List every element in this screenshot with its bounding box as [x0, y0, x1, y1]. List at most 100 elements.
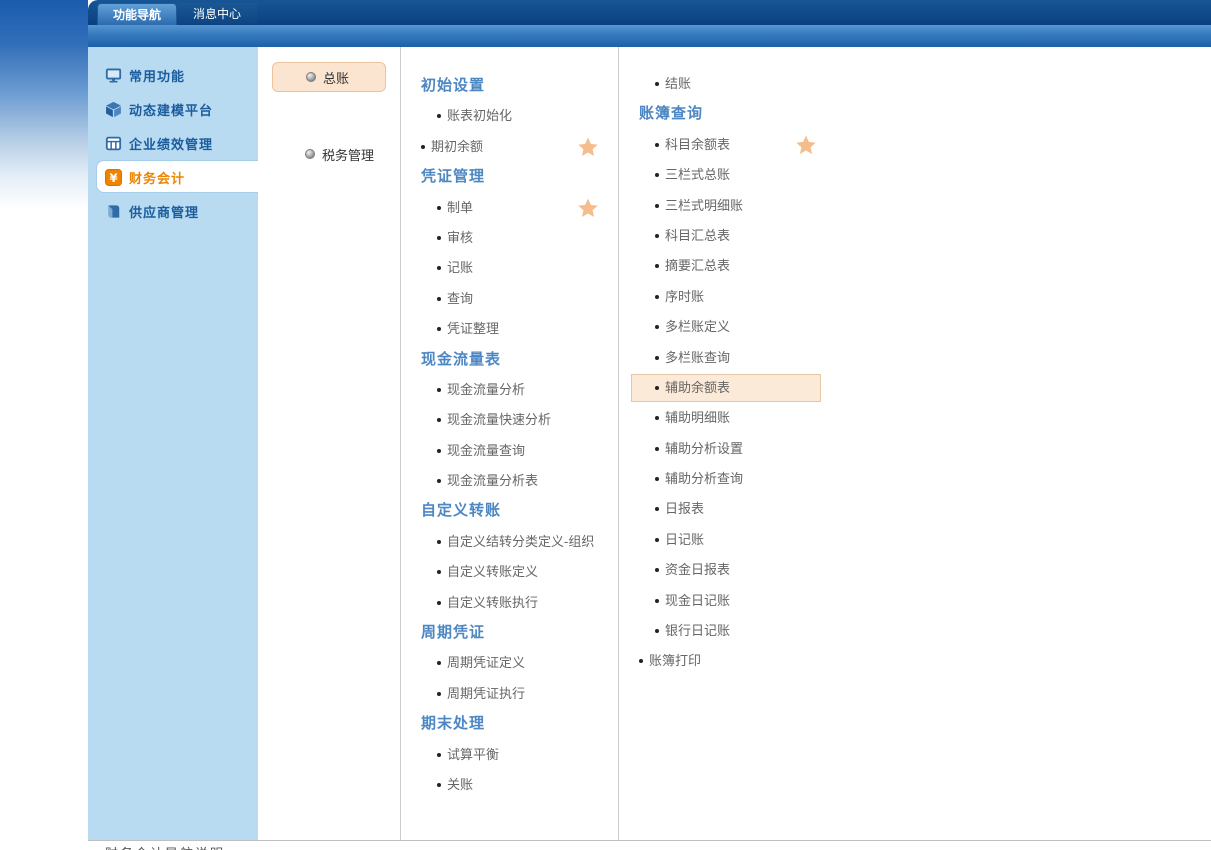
subheader-bar [88, 25, 1211, 47]
menu-item-label: 记账 [447, 260, 473, 275]
menu-section-header-label: 账簿查询 [639, 105, 703, 122]
sidebar-item[interactable]: 动态建模平台 [88, 92, 258, 126]
menu-item-label: 辅助分析查询 [665, 471, 743, 486]
menu-item[interactable]: 银行日记账 [639, 616, 839, 646]
menu-item-label: 科目汇总表 [665, 228, 730, 243]
menu-item[interactable]: 辅助分析设置 [639, 434, 839, 464]
menu-item[interactable]: 审核 [421, 223, 621, 253]
menu-item-label: 多栏账定义 [665, 319, 730, 334]
menu-item-label: 日记账 [665, 532, 704, 547]
tab-message-center[interactable]: 消息中心 [177, 3, 257, 25]
menu-item[interactable]: 查询 [421, 284, 621, 314]
menu-item[interactable]: 三栏式总账 [639, 160, 839, 190]
menu-item[interactable]: 自定义转账执行 [421, 588, 621, 618]
menu-item[interactable]: 序时账 [639, 282, 839, 312]
tab-label: 功能导航 [113, 8, 161, 22]
module-item-label: 税务管理 [322, 145, 374, 164]
menu-item-label: 结账 [665, 76, 691, 91]
menu-item[interactable]: 辅助余额表 [631, 374, 821, 402]
menu-item-label: 自定义转账执行 [447, 595, 538, 610]
menu-item[interactable]: 多栏账定义 [639, 312, 839, 342]
cube-icon [105, 101, 122, 118]
menu-section-header: 初始设置 [421, 71, 621, 101]
menu-item[interactable]: 周期凭证定义 [421, 648, 621, 678]
menu-item[interactable]: 科目汇总表 [639, 221, 839, 251]
menu-item[interactable]: 账表初始化 [421, 101, 621, 131]
menu-item[interactable]: 摘要汇总表 [639, 251, 839, 281]
vertical-separator [400, 47, 401, 840]
footer-partial-text: 财务会计导航说明 [105, 843, 225, 850]
sidebar-item-label: 常用功能 [129, 66, 185, 85]
menu-item[interactable]: 科目余额表 [639, 130, 839, 160]
module-item[interactable]: 税务管理 [272, 139, 386, 169]
menu-item-label: 序时账 [665, 289, 704, 304]
menu-item[interactable]: 凭证整理 [421, 314, 621, 344]
calculator-icon [105, 135, 122, 152]
menu-section-header: 周期凭证 [421, 618, 621, 648]
menu-item-label: 现金流量快速分析 [447, 412, 551, 427]
menu-item[interactable]: 辅助明细账 [639, 403, 839, 433]
menu-section-header: 期末处理 [421, 709, 621, 739]
menu-item-label: 期初余额 [431, 139, 483, 154]
menu-section-header: 凭证管理 [421, 162, 621, 192]
menu-section-header-label: 自定义转账 [421, 502, 501, 519]
favorite-star-icon[interactable] [577, 197, 599, 219]
menu-item[interactable]: 三栏式明细账 [639, 191, 839, 221]
menu-item[interactable]: 试算平衡 [421, 740, 621, 770]
menu-item[interactable]: 现金日记账 [639, 586, 839, 616]
menu-item[interactable]: 日记账 [639, 525, 839, 555]
menu-item-label: 辅助明细账 [665, 410, 730, 425]
menu-item[interactable]: 现金流量分析表 [421, 466, 621, 496]
menu-item-label: 资金日报表 [665, 562, 730, 577]
menu-item[interactable]: 记账 [421, 253, 621, 283]
menu-section-header-label: 初始设置 [421, 77, 485, 94]
menu-item[interactable]: 现金流量快速分析 [421, 405, 621, 435]
tab-function-navigation[interactable]: 功能导航 [97, 3, 177, 25]
menu-item-label: 试算平衡 [447, 747, 499, 762]
module-item[interactable]: 总账 [272, 62, 386, 92]
menu-section-header: 现金流量表 [421, 345, 621, 375]
menu-item[interactable]: 自定义结转分类定义-组织 [421, 527, 621, 557]
radio-dot-icon [306, 72, 316, 82]
menu-item[interactable]: 期初余额 [421, 132, 621, 162]
sidebar-item[interactable]: ¥财务会计 [88, 160, 258, 194]
menu-item-label: 自定义结转分类定义-组织 [447, 534, 594, 549]
menu-item-label: 周期凭证定义 [447, 655, 525, 670]
menu-item-label: 三栏式总账 [665, 167, 730, 182]
favorite-star-icon[interactable] [577, 136, 599, 158]
menu-item[interactable]: 辅助分析查询 [639, 464, 839, 494]
menu-column-left: 初始设置账表初始化期初余额凭证管理制单审核记账查询凭证整理现金流量表现金流量分析… [421, 71, 621, 800]
sidebar-item-label: 供应商管理 [129, 202, 199, 221]
menu-item-label: 凭证整理 [447, 321, 499, 336]
menu-item-label: 现金流量分析 [447, 382, 525, 397]
menu-item-label: 账簿打印 [649, 653, 701, 668]
menu-item[interactable]: 关账 [421, 770, 621, 800]
menu-item[interactable]: 现金流量查询 [421, 436, 621, 466]
menu-item-label: 多栏账查询 [665, 350, 730, 365]
menu-item[interactable]: 自定义转账定义 [421, 557, 621, 587]
menu-item-label: 日报表 [665, 501, 704, 516]
menu-item[interactable]: 结账 [639, 69, 839, 99]
left-gradient-strip [0, 0, 88, 850]
menu-item-label: 摘要汇总表 [665, 258, 730, 273]
menu-item[interactable]: 现金流量分析 [421, 375, 621, 405]
module-panel: 总账税务管理 [258, 47, 400, 840]
menu-item[interactable]: 制单 [421, 193, 621, 223]
horizontal-separator [88, 840, 1211, 841]
sidebar-item-label: 动态建模平台 [129, 100, 213, 119]
menu-item[interactable]: 日报表 [639, 494, 839, 524]
menu-item[interactable]: 资金日报表 [639, 555, 839, 585]
favorite-star-icon[interactable] [795, 134, 817, 156]
sidebar-item[interactable]: 供应商管理 [88, 194, 258, 228]
sidebar-item[interactable]: 企业绩效管理 [88, 126, 258, 160]
menu-item-label: 周期凭证执行 [447, 686, 525, 701]
menu-section-header: 账簿查询 [639, 99, 839, 129]
menu-item-label: 查询 [447, 291, 473, 306]
menu-item-label: 银行日记账 [665, 623, 730, 638]
menu-item[interactable]: 多栏账查询 [639, 343, 839, 373]
menu-section-header-label: 期末处理 [421, 715, 485, 732]
sidebar-item[interactable]: 常用功能 [88, 58, 258, 92]
sidebar-item-label: 企业绩效管理 [129, 134, 213, 153]
menu-item[interactable]: 账簿打印 [639, 646, 839, 676]
menu-item[interactable]: 周期凭证执行 [421, 679, 621, 709]
